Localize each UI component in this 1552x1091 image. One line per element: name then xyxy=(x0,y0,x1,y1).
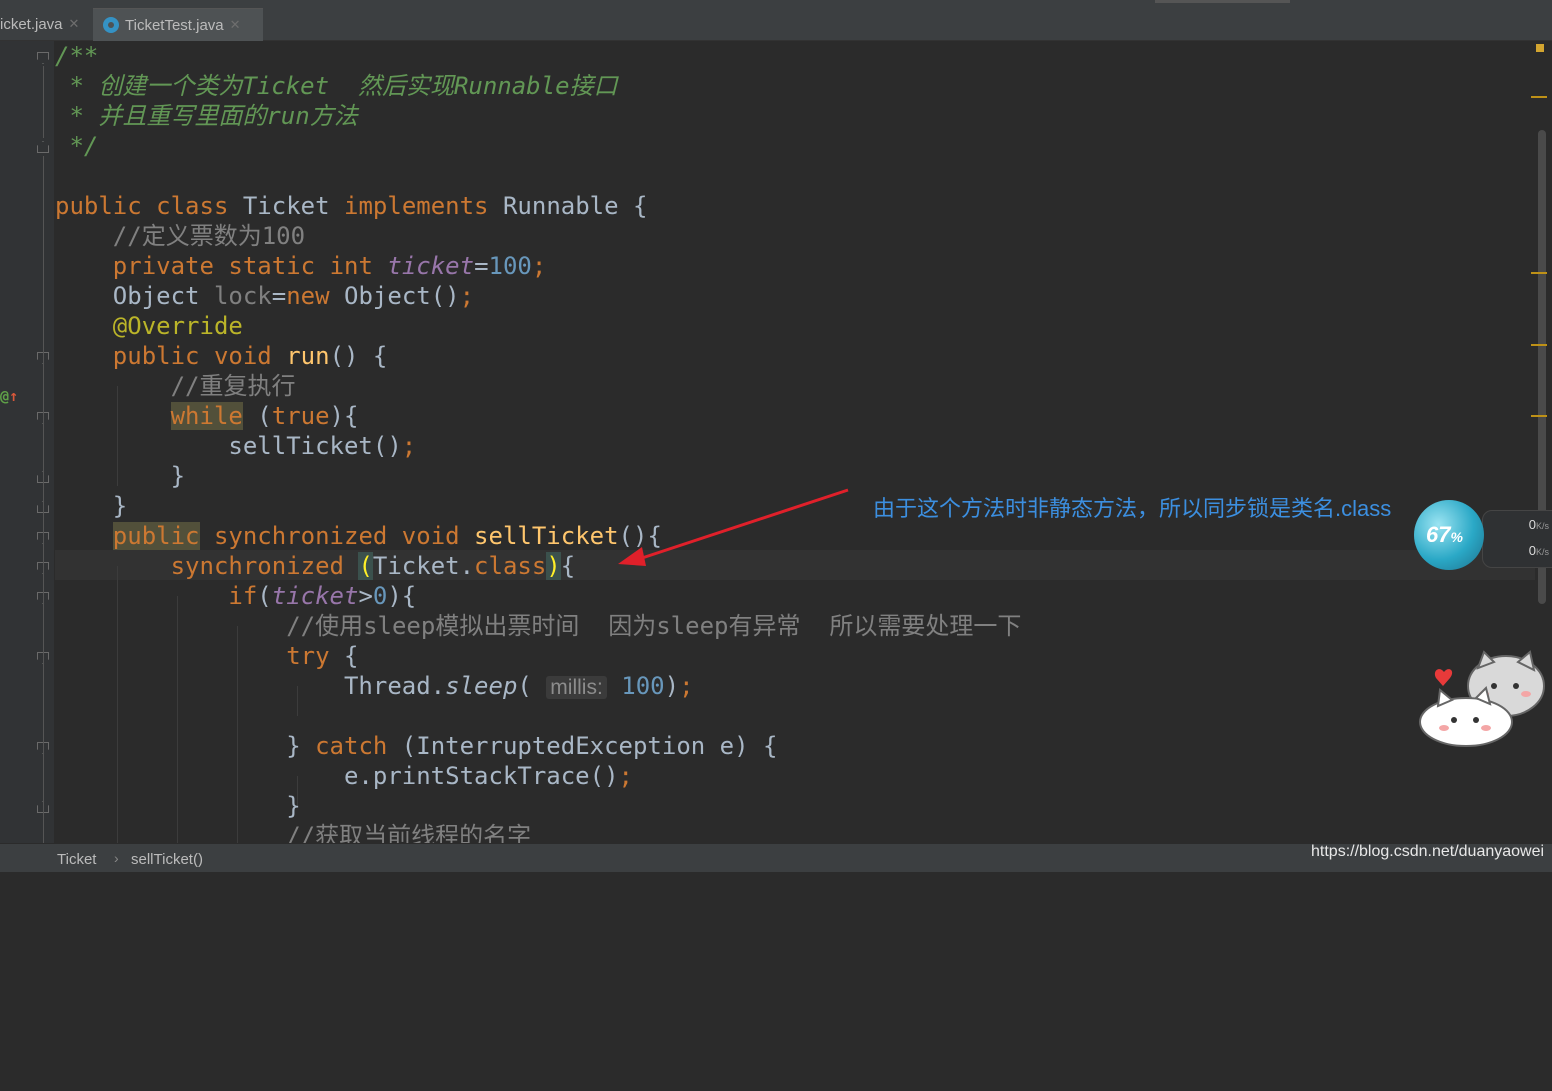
breadcrumb-class[interactable]: Ticket xyxy=(57,851,96,868)
breadcrumb-method[interactable]: sellTicket() xyxy=(131,851,203,868)
memory-globe-widget[interactable]: 67% xyxy=(1410,490,1510,580)
globe-icon: 67% xyxy=(1414,500,1484,570)
heart-icon xyxy=(1434,669,1453,686)
memory-percent: 67 xyxy=(1426,522,1451,547)
annotation-arrow xyxy=(618,488,849,566)
upload-speed: 0K/s xyxy=(1528,517,1549,532)
annotation-callout: 由于这个方法时非静态方法，所以同步锁是类名.class xyxy=(873,496,1392,521)
cat-sticker-image xyxy=(1419,650,1545,747)
arrow-head xyxy=(618,547,646,566)
download-speed: 0K/s xyxy=(1528,543,1549,558)
breadcrumb-separator-icon: › xyxy=(114,850,119,866)
arrow-shaft xyxy=(635,488,849,562)
watermark-url: https://blog.csdn.net/duanyaowei xyxy=(1311,843,1545,860)
